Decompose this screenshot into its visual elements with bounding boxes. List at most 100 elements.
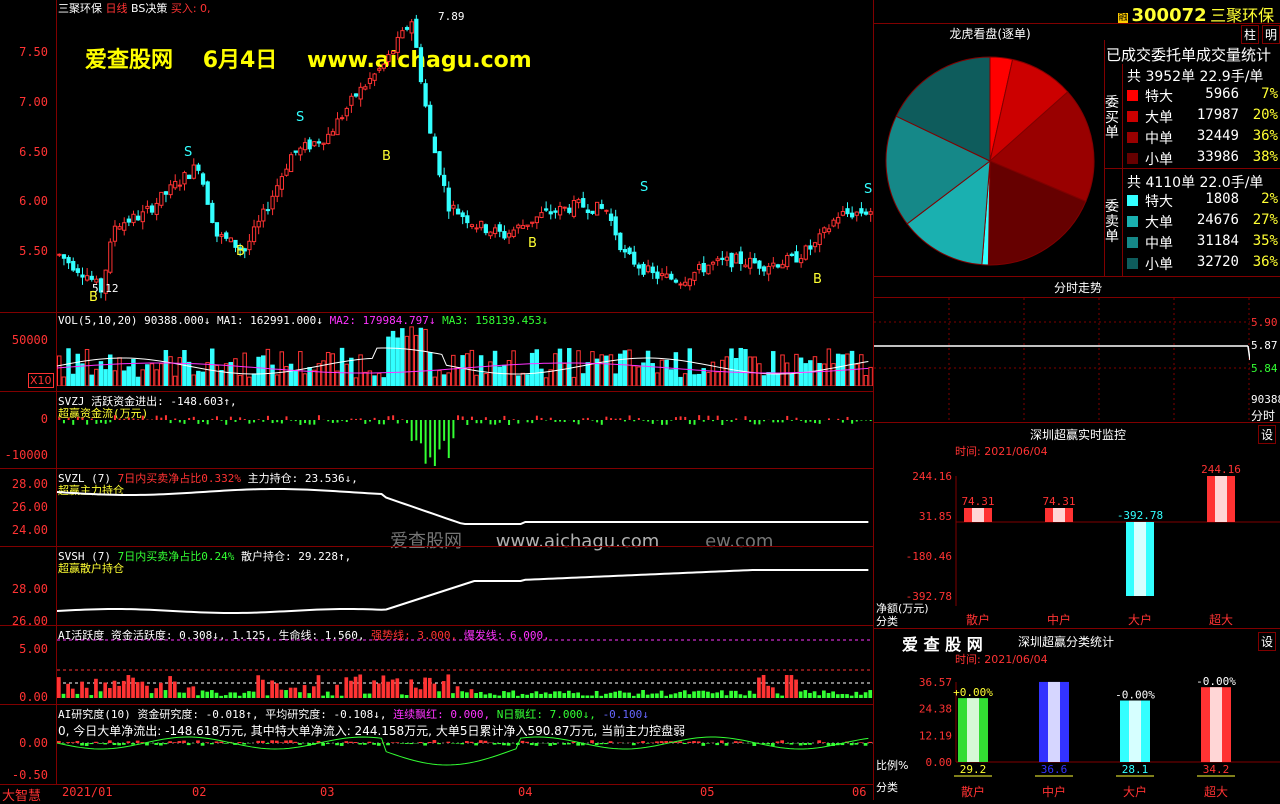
ai-research-chart[interactable] (57, 720, 873, 784)
ai-active-bar (558, 691, 562, 698)
volume-bar (262, 356, 265, 386)
candle (72, 261, 75, 270)
candle (494, 228, 497, 234)
volume-chart[interactable] (57, 326, 873, 386)
tab-detail[interactable]: 明 (1262, 25, 1280, 44)
volume-bar (521, 373, 524, 386)
svzj-chart[interactable] (57, 404, 873, 466)
candle (582, 199, 585, 208)
ai-research-bar (827, 743, 831, 746)
svsh-chart[interactable] (57, 556, 873, 624)
price-chart[interactable] (57, 10, 873, 312)
ai-active-bar (572, 693, 576, 698)
ai-research-bar (178, 741, 182, 743)
volume-bar (401, 329, 404, 386)
ai-active-bar (312, 686, 316, 698)
class-settings-button[interactable]: 设 (1258, 632, 1276, 651)
volume-bar (674, 353, 677, 386)
volume-bar (396, 338, 399, 386)
candle (392, 51, 395, 53)
row-label: 中单 (1145, 128, 1173, 148)
ai-active-bar (131, 678, 135, 698)
intraday-ytick: 5.84 (1251, 362, 1278, 375)
ai-research-bar (553, 743, 557, 745)
candle (725, 257, 728, 260)
candle (327, 134, 330, 143)
ai-research-bar (590, 740, 594, 743)
ai-active-bar (224, 695, 228, 698)
row-percent: 7% (1261, 86, 1278, 102)
candle (354, 94, 357, 96)
ai-research-bar (131, 743, 135, 745)
intraday-vol: 90388 (1251, 393, 1280, 406)
ai-active-bar (191, 686, 195, 698)
x-label: 03 (320, 785, 334, 799)
x-label: 06 (852, 785, 866, 799)
ai-active-bar (507, 692, 511, 698)
ai-active-bar (150, 693, 154, 698)
monitor-settings-button[interactable]: 设 (1258, 425, 1276, 444)
candle (331, 132, 334, 135)
ai-research-bar (103, 743, 107, 744)
volume-bar (670, 370, 673, 386)
ai-active-bar (790, 675, 794, 698)
ai-active-bar (349, 681, 353, 698)
ai-research-bar (62, 743, 66, 744)
ai-active-bar (734, 691, 738, 698)
intraday-chart[interactable] (874, 298, 1250, 422)
ai-active-bar (576, 692, 580, 698)
candle (373, 74, 376, 80)
candle (146, 206, 149, 208)
ai-research-bar (595, 743, 599, 745)
ai-active-bar (442, 681, 446, 698)
ai-active-bar (484, 694, 488, 698)
ai-active-bar (502, 691, 506, 698)
candle (545, 209, 548, 210)
ai-active-bar (261, 680, 265, 698)
vol-ytick: 50000 (0, 333, 48, 347)
candle (419, 48, 422, 82)
candle (656, 272, 659, 278)
ai-research-bar (187, 743, 191, 745)
buy-total: 共 3952单 22.9手/单 (1127, 66, 1263, 86)
ai-active-bar (511, 690, 515, 698)
volume-bar (442, 375, 445, 386)
monitor-bar-shine (972, 508, 984, 522)
ai-research-bar (493, 743, 497, 745)
class-bar-chart[interactable]: 36.5724.3812.190.00+0.00%29.2散户36.6中户-0.… (874, 664, 1280, 800)
ai-research-bar (136, 741, 140, 743)
svzl-ytick: 24.00 (0, 523, 48, 537)
ai-active-bar (395, 678, 399, 698)
ai-active-bar (864, 692, 868, 698)
volume-bar (289, 364, 292, 386)
candle (109, 242, 112, 272)
tab-bar[interactable]: 柱 (1241, 25, 1259, 44)
ai-research-bar (80, 743, 84, 746)
ai-active-bar (516, 696, 520, 698)
candle (137, 216, 140, 220)
ai-active-bar (762, 675, 766, 698)
center-watermark: 爱查股网 www.aichagu.com ew.com (390, 527, 773, 553)
ai-research-bar (321, 743, 325, 746)
volume-bar (113, 371, 116, 386)
candle (591, 211, 594, 213)
row-count: 33986 (1191, 149, 1239, 165)
order-pie-chart[interactable] (880, 52, 1100, 270)
ai-active-bar (813, 691, 817, 698)
ai-active-bar (219, 696, 223, 698)
class-ytick: 24.38 (919, 703, 952, 716)
buy-stat-row: 特大59667% (1125, 86, 1280, 106)
ai-active-chart[interactable] (57, 638, 873, 704)
ai-active-bar (771, 687, 775, 698)
candle (123, 223, 126, 231)
candle (572, 201, 575, 217)
volume-bar (141, 370, 144, 386)
monitor-bar-chart[interactable]: 244.1631.85-180.46-392.7874.31散户74.31中户-… (874, 456, 1280, 626)
monitor-value-label: 244.16 (1201, 463, 1241, 476)
ai-active-bar (154, 688, 158, 698)
volume-bar (248, 377, 251, 386)
ai-research-bar (502, 743, 506, 745)
row-label: 大单 (1145, 107, 1173, 127)
ai-research-bar (76, 741, 80, 743)
ai-research-bar (145, 743, 149, 745)
